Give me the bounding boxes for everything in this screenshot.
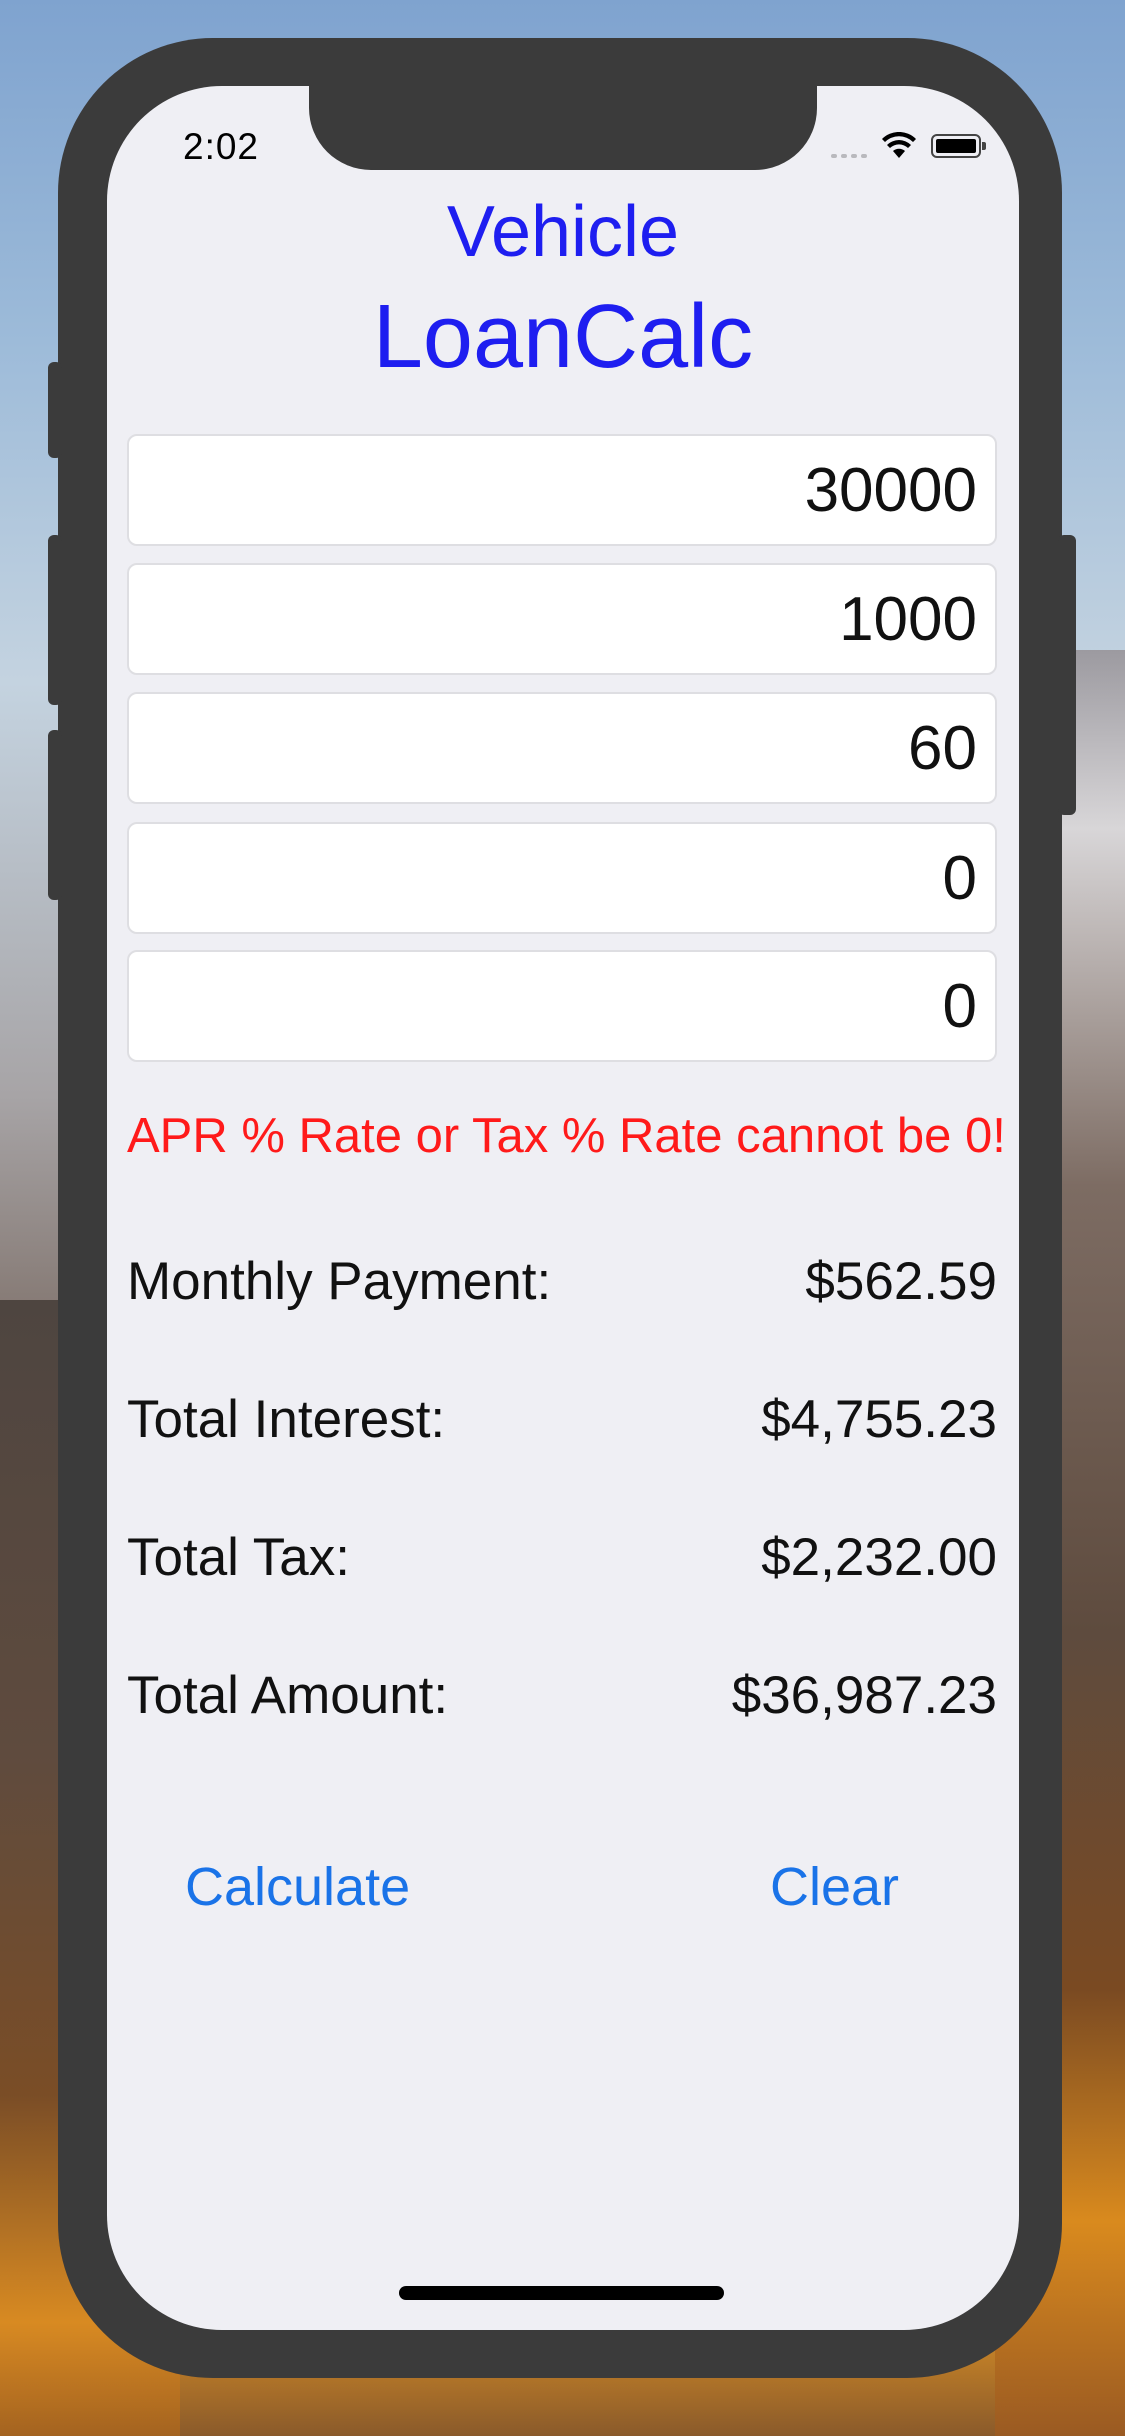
clear-button[interactable]: Clear bbox=[770, 1856, 899, 1918]
loan-term-field[interactable]: 60 bbox=[127, 692, 997, 804]
field-value: 0 bbox=[942, 971, 977, 1041]
apr-rate-field[interactable]: 0 bbox=[127, 822, 997, 934]
total-tax-label: Total Tax: bbox=[127, 1528, 350, 1587]
monthly-payment-row: Monthly Payment: $562.59 bbox=[127, 1251, 997, 1312]
status-icons bbox=[831, 132, 986, 160]
total-amount-row: Total Amount: $36,987.23 bbox=[127, 1665, 997, 1726]
power-button bbox=[1058, 535, 1076, 815]
down-payment-field[interactable]: 1000 bbox=[127, 563, 997, 675]
app-title-line2: LoanCalc bbox=[372, 287, 754, 387]
field-value: 0 bbox=[942, 843, 977, 913]
silent-switch bbox=[48, 362, 62, 458]
notch bbox=[309, 86, 817, 170]
volume-down-button bbox=[48, 730, 62, 900]
app-screen: 2:02 Vehicle LoanCalc 30000 1000 60 0 0 … bbox=[107, 86, 1019, 2330]
tax-rate-field[interactable]: 0 bbox=[127, 950, 997, 1062]
app-title-line1: Vehicle bbox=[446, 192, 680, 272]
total-tax-value: $2,232.00 bbox=[761, 1528, 997, 1587]
error-message: APR % Rate or Tax % Rate cannot be 0! bbox=[127, 1109, 1006, 1163]
monthly-payment-value: $562.59 bbox=[805, 1252, 997, 1311]
volume-up-button bbox=[48, 535, 62, 705]
calculate-button[interactable]: Calculate bbox=[185, 1856, 410, 1918]
total-interest-label: Total Interest: bbox=[127, 1390, 446, 1449]
status-time: 2:02 bbox=[183, 126, 260, 167]
battery-icon bbox=[931, 134, 986, 158]
total-amount-value: $36,987.23 bbox=[731, 1666, 997, 1725]
monthly-payment-label: Monthly Payment: bbox=[127, 1252, 552, 1311]
home-indicator[interactable] bbox=[399, 2286, 724, 2300]
field-value: 1000 bbox=[839, 584, 977, 654]
wifi-icon bbox=[882, 132, 916, 158]
cellular-signal-icon bbox=[831, 134, 867, 158]
field-value: 60 bbox=[908, 713, 977, 783]
loan-amount-field[interactable]: 30000 bbox=[127, 434, 997, 546]
total-tax-row: Total Tax: $2,232.00 bbox=[127, 1527, 997, 1588]
total-amount-label: Total Amount: bbox=[127, 1666, 449, 1725]
total-interest-row: Total Interest: $4,755.23 bbox=[127, 1389, 997, 1450]
total-interest-value: $4,755.23 bbox=[761, 1390, 997, 1449]
field-value: 30000 bbox=[804, 455, 977, 525]
